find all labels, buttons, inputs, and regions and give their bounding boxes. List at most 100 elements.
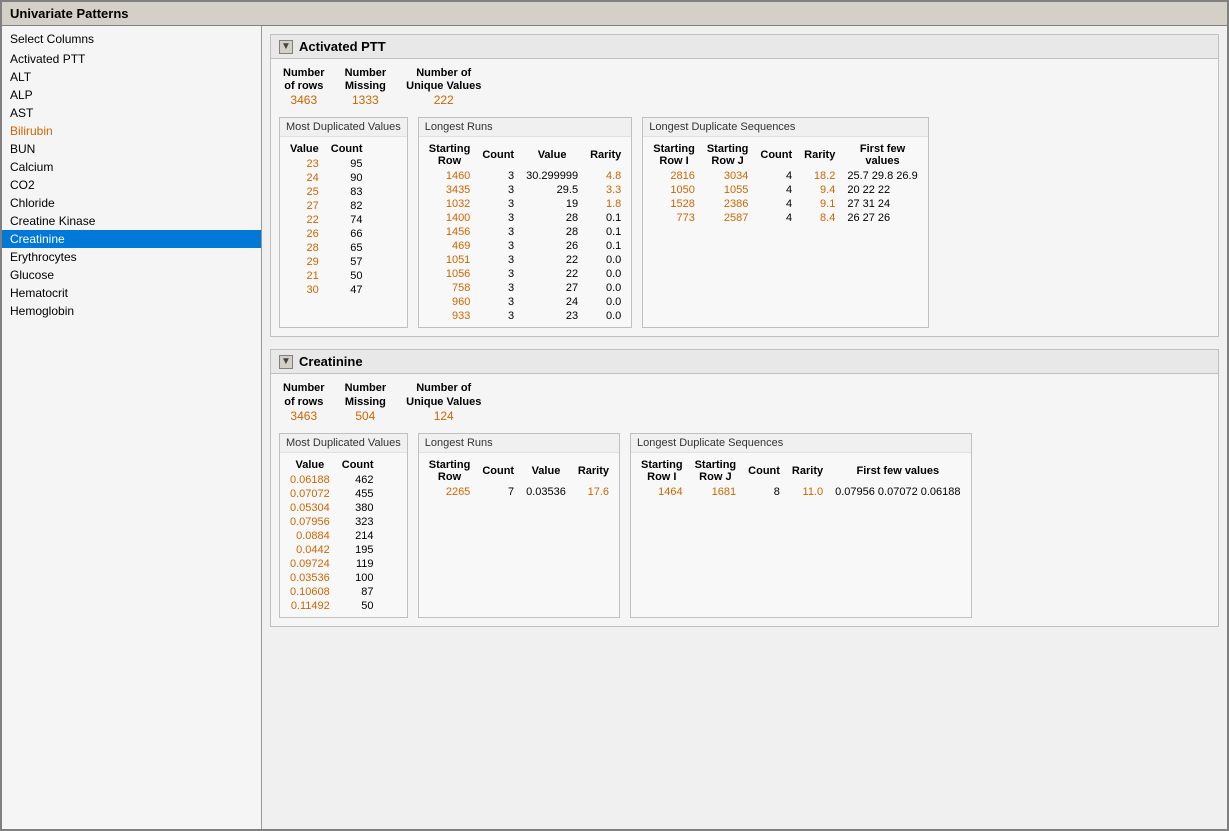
table-cell: 214 (336, 529, 380, 543)
table-cell: 455 (336, 487, 380, 501)
table-cell: 0.05304 (284, 501, 336, 515)
table-header: First few values (829, 457, 966, 485)
sidebar-item[interactable]: Activated PTT (2, 50, 261, 68)
table-row: 0.0884214 (284, 529, 380, 543)
sidebar-item[interactable]: BUN (2, 140, 261, 158)
table-cell: 47 (325, 283, 369, 297)
table-cell: 28 (520, 225, 584, 239)
collapse-btn[interactable] (279, 40, 293, 54)
table-cell: 3 (476, 267, 520, 281)
section-header-creatinine: Creatinine (271, 350, 1218, 374)
table-header: StartingRow I (635, 457, 689, 485)
table-row: 14003280.1 (423, 211, 628, 225)
longest-runs-section: Longest RunsStartingRowCountValueRarity2… (418, 433, 620, 618)
table-cell: 0.11492 (284, 599, 336, 613)
table-row: 0.0442195 (284, 543, 380, 557)
longest-dup-seq-table: StartingRow IStartingRow JCountRarityFir… (635, 457, 966, 499)
section-header-activated-ptt: Activated PTT (271, 35, 1218, 59)
table-cell: 0.0884 (284, 529, 336, 543)
table-cell: 3 (476, 281, 520, 295)
sidebar-item[interactable]: CO2 (2, 176, 261, 194)
table-row: 14563280.1 (423, 225, 628, 239)
table-cell: 8.4 (798, 211, 841, 225)
summary-item: Numberof rows3463 (283, 67, 325, 107)
sidebar-item[interactable]: ALT (2, 68, 261, 86)
table-cell: 24 (284, 171, 325, 185)
table-cell: 0.06188 (284, 473, 336, 487)
collapse-btn[interactable] (279, 355, 293, 369)
summary-label: NumberMissing (345, 382, 387, 408)
section-body-creatinine: Numberof rows3463NumberMissing504Number … (271, 374, 1218, 625)
longest-runs-body: StartingRowCountValueRarity1460330.29999… (419, 137, 632, 327)
table-row: 1460330.2999994.8 (423, 169, 628, 183)
table-cell: 1055 (701, 183, 755, 197)
sidebar-item[interactable]: Bilirubin (2, 122, 261, 140)
table-header: StartingRow I (647, 141, 701, 169)
summary-value: 504 (345, 409, 387, 423)
sidebar-item[interactable]: Glucose (2, 266, 261, 284)
table-row: 2583 (284, 185, 369, 199)
table-cell: 87 (336, 585, 380, 599)
table-header: StartingRow J (701, 141, 755, 169)
sidebar-item[interactable]: AST (2, 104, 261, 122)
table-row: 3435329.53.3 (423, 183, 628, 197)
most-duplicated-title: Most Duplicated Values (280, 118, 407, 137)
table-cell: 50 (325, 269, 369, 283)
sidebar-item[interactable]: Erythrocytes (2, 248, 261, 266)
table-cell: 960 (423, 295, 477, 309)
table-cell: 9.4 (798, 183, 841, 197)
table-row: 2865 (284, 241, 369, 255)
table-cell: 3 (476, 295, 520, 309)
longest-dup-seq-title: Longest Duplicate Sequences (643, 118, 927, 137)
table-cell: 4 (754, 169, 798, 183)
table-row: 2666 (284, 227, 369, 241)
table-cell: 100 (336, 571, 380, 585)
table-row: 2274 (284, 213, 369, 227)
table-cell: 27 (284, 199, 325, 213)
sidebar-item[interactable]: Calcium (2, 158, 261, 176)
table-cell: 119 (336, 557, 380, 571)
sidebar-item[interactable]: ALP (2, 86, 261, 104)
sidebar-item[interactable]: Hemoglobin (2, 302, 261, 320)
table-cell: 3 (476, 211, 520, 225)
table-header: Rarity (786, 457, 829, 485)
most-duplicated-table: ValueCount0.061884620.070724550.05304380… (284, 457, 380, 613)
summary-label: NumberMissing (345, 67, 387, 93)
table-cell: 0.0 (584, 281, 627, 295)
table-cell: 2587 (701, 211, 755, 225)
sidebar-item[interactable]: Chloride (2, 194, 261, 212)
table-header: Count (325, 141, 369, 157)
table-row: 0.1060887 (284, 585, 380, 599)
sidebar-list: Activated PTTALTALPASTBilirubinBUNCalciu… (2, 50, 261, 320)
section-title: Activated PTT (299, 39, 386, 54)
table-cell: 65 (325, 241, 369, 255)
summary-value: 1333 (345, 93, 387, 107)
table-header: Count (742, 457, 786, 485)
sidebar-item[interactable]: Creatinine (2, 230, 261, 248)
table-cell: 24 (520, 295, 584, 309)
most-duplicated-body: ValueCount0.061884620.070724550.05304380… (280, 453, 407, 617)
table-cell: 22 (284, 213, 325, 227)
table-cell: 90 (325, 171, 369, 185)
table-cell: 74 (325, 213, 369, 227)
table-header: Value (520, 141, 584, 169)
table-row: 2150 (284, 269, 369, 283)
table-cell: 1.8 (584, 197, 627, 211)
sidebar-item[interactable]: Creatine Kinase (2, 212, 261, 230)
table-cell: 1460 (423, 169, 477, 183)
sidebar: Select Columns Activated PTTALTALPASTBil… (2, 26, 262, 829)
table-row: 2395 (284, 157, 369, 171)
table-cell: 0.0442 (284, 543, 336, 557)
table-row: 10563220.0 (423, 267, 628, 281)
table-cell: 17.6 (572, 485, 615, 499)
table-cell: 23 (520, 309, 584, 323)
table-cell: 0.1 (584, 239, 627, 253)
most-duplicated-section: Most Duplicated ValuesValueCount0.061884… (279, 433, 408, 618)
sidebar-item[interactable]: Hematocrit (2, 284, 261, 302)
table-cell: 28 (284, 241, 325, 255)
table-cell: 0.0 (584, 309, 627, 323)
sidebar-label: Select Columns (2, 30, 261, 48)
table-header: Value (284, 457, 336, 473)
title-bar: Univariate Patterns (2, 2, 1227, 26)
longest-runs-title: Longest Runs (419, 434, 619, 453)
